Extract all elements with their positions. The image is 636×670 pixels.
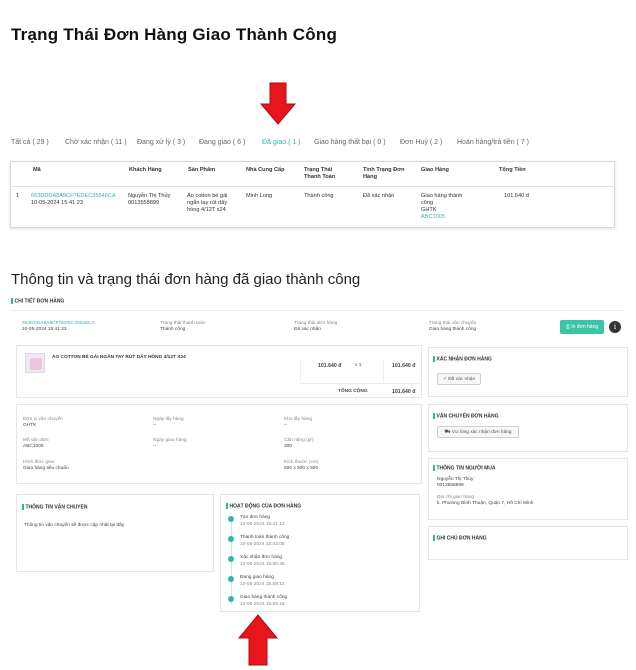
detail-title: CHI TIẾT ĐƠN HÀNG xyxy=(11,298,64,304)
orders-table: Mã Khách Hàng Sản Phẩm Nhà Cung Cấp Trạn… xyxy=(10,161,615,228)
carrier-name: GHTK xyxy=(421,207,437,213)
delivery-date-value: -- xyxy=(153,444,157,449)
tab-delivered[interactable]: Đã giao ( 1 ) xyxy=(262,139,301,146)
check-circle-icon xyxy=(228,516,234,522)
check-circle-icon xyxy=(228,596,234,602)
buyer-phone: 0013558899 xyxy=(437,483,464,488)
column-header-total: Tổng Tiền xyxy=(499,167,526,173)
warehouse-value: -- xyxy=(284,423,288,428)
order-status: Đã xác nhận xyxy=(363,193,395,199)
customer-phone: 0013558899 xyxy=(128,200,160,206)
timeline-line xyxy=(231,520,232,604)
print-order-button[interactable]: ⎙ In đơn hàng xyxy=(560,320,604,334)
product-name: Áo cotton bé gái ngắn tay rút dây hồng 4… xyxy=(187,193,228,213)
red-arrow-up-icon xyxy=(237,614,279,666)
section-title: Thông tin và trạng thái đơn hàng đã giao… xyxy=(11,271,361,288)
activity-label: Tạo đơn hàng xyxy=(240,515,271,520)
order-date: 10-05-2024 15:41:23 xyxy=(31,200,83,206)
weight-value: 300 xyxy=(284,444,293,449)
sum-label: TỔNG CỘNG xyxy=(338,389,368,394)
order-status-value: Đã xác nhận xyxy=(294,327,321,332)
tab-pending[interactable]: Chờ xác nhận ( 11 ) xyxy=(65,139,127,146)
tab-processing[interactable]: Đang xử lý ( 3 ) xyxy=(137,139,185,146)
pickup-date-value: -- xyxy=(153,423,157,428)
activity-title: HOẠT ĐỘNG CỦA ĐƠN HÀNG xyxy=(226,503,301,509)
activity-label: Thanh toán thành công xyxy=(240,535,290,540)
buyer-title: THÔNG TIN NGƯỜI MUA xyxy=(433,465,495,471)
page-title: Trạng Thái Đơn Hàng Giao Thành Công xyxy=(11,25,338,44)
column-header-product: Sản Phẩm xyxy=(188,167,216,173)
confirm-title: XÁC NHẬN ĐƠN HÀNG xyxy=(433,356,492,362)
line-total: 101.640 đ xyxy=(392,363,416,369)
divider xyxy=(383,360,384,382)
activity-time: 10-05-2024 15:59:16 xyxy=(240,602,285,607)
payment-status-value: Thành công xyxy=(160,327,186,332)
product-title: ÁO COTTON BÉ GÁI NGẮN TAY RÚT DÂY HỒNG 4… xyxy=(52,355,186,360)
activity-label: Giao hàng thành công xyxy=(240,595,288,600)
order-status-tabs: Tất cả ( 29 ) Chờ xác nhận ( 11 ) Đang x… xyxy=(11,139,623,151)
activity-time: 10-05-2024 15:59:12 xyxy=(240,582,285,587)
activity-time: 10-05-2024 15:50:46 xyxy=(240,562,285,567)
tab-failed[interactable]: Giao hàng thất bại ( 0 ) xyxy=(314,139,386,146)
column-header-payment: Trạng Thái Thanh Toán xyxy=(304,167,336,180)
divider xyxy=(11,310,625,311)
product-thumbnail xyxy=(25,353,45,373)
red-arrow-down-icon xyxy=(259,82,297,125)
detail-order-date: 10-05-2024 15:41:23 xyxy=(22,327,67,332)
row-index: 1 xyxy=(16,193,20,199)
column-header-delivery: Giao Hàng xyxy=(421,167,449,173)
activity-label: Đang giao hàng xyxy=(240,575,274,580)
column-header-supplier: Nhà Cung Cấp xyxy=(246,167,285,173)
column-header-customer: Khách Hàng xyxy=(129,167,162,173)
truck-icon: ⛟ xyxy=(444,430,452,435)
header-divider xyxy=(11,186,614,187)
customer-name: Nguyễn Thị Thủy xyxy=(128,193,171,199)
tab-returned[interactable]: Hoàn hàng/trả tiền ( 7 ) xyxy=(457,139,529,146)
check-circle-icon xyxy=(228,536,234,542)
divider xyxy=(300,360,301,382)
column-header-order-status: Tình Trạng Đơn Hàng xyxy=(363,167,405,180)
delivery-date-label: Ngày giao hàng xyxy=(153,438,187,443)
order-code-link[interactable]: 663DDDA8A9CF7EDEC35546CA xyxy=(31,193,116,200)
info-icon[interactable]: i xyxy=(609,321,621,333)
activity-time: 10-05-2024 15:41:12 xyxy=(240,522,285,527)
tab-all[interactable]: Tất cả ( 29 ) xyxy=(11,139,49,146)
tracking-code-value: ABC1005 xyxy=(23,444,44,449)
tracking-link[interactable]: ABC1005 xyxy=(421,214,445,221)
supplier-name: Minh Long xyxy=(246,193,273,199)
check-circle-icon xyxy=(228,576,234,582)
pickup-date-label: Ngày lấy hàng xyxy=(153,417,184,422)
confirmed-button[interactable]: ✓ Đã xác nhận xyxy=(437,373,481,385)
tab-shipping[interactable]: Đang giao ( 6 ) xyxy=(199,139,245,146)
buyer-address: k. Phường Bình Thuận, Quận 7, Hồ Chí Min… xyxy=(437,501,534,506)
shipping-fields-card xyxy=(16,404,422,484)
check-circle-icon xyxy=(228,556,234,562)
tab-cancelled[interactable]: Đơn Huỷ ( 2 ) xyxy=(400,139,442,146)
note-card xyxy=(428,526,628,560)
activity-time: 10-05-2024 15:43:05 xyxy=(240,542,285,547)
warehouse-label: Kho lấy hàng xyxy=(284,417,313,422)
column-header-code: Mã xyxy=(33,167,41,173)
activity-label: Xác nhận đơn hàng xyxy=(240,555,283,560)
shipping-info-text: Thông tin vận chuyển sẽ được cập nhật tạ… xyxy=(24,523,125,528)
delivery-status: Giao hàng thành công xyxy=(421,193,463,206)
unit-price: 101.640 đ xyxy=(318,363,342,369)
shipping-status-value: Giao hàng thành công xyxy=(429,327,477,332)
size-value: 500 x 500 x 500 xyxy=(284,466,319,471)
confirm-ship-button[interactable]: ⛟ Vui lòng xác nhận đơn hàng xyxy=(437,426,519,438)
shipping-info-title: THÔNG TIN VẬN CHUYỂN xyxy=(22,504,87,510)
quantity: x 1 xyxy=(355,363,362,368)
confirm-card xyxy=(428,347,628,397)
carrier-value: GHTK xyxy=(23,423,37,428)
delivery-form-value: Giao hàng tiêu chuẩn xyxy=(23,466,69,471)
sum-value: 101.640 đ xyxy=(392,389,416,395)
order-total: 101.640 đ xyxy=(504,193,529,199)
note-title: GHI CHÚ ĐƠN HÀNG xyxy=(433,535,487,541)
divider xyxy=(300,383,420,384)
ship-order-title: VẬN CHUYỂN ĐƠN HÀNG xyxy=(433,413,499,419)
payment-status: Thành công xyxy=(304,193,334,199)
